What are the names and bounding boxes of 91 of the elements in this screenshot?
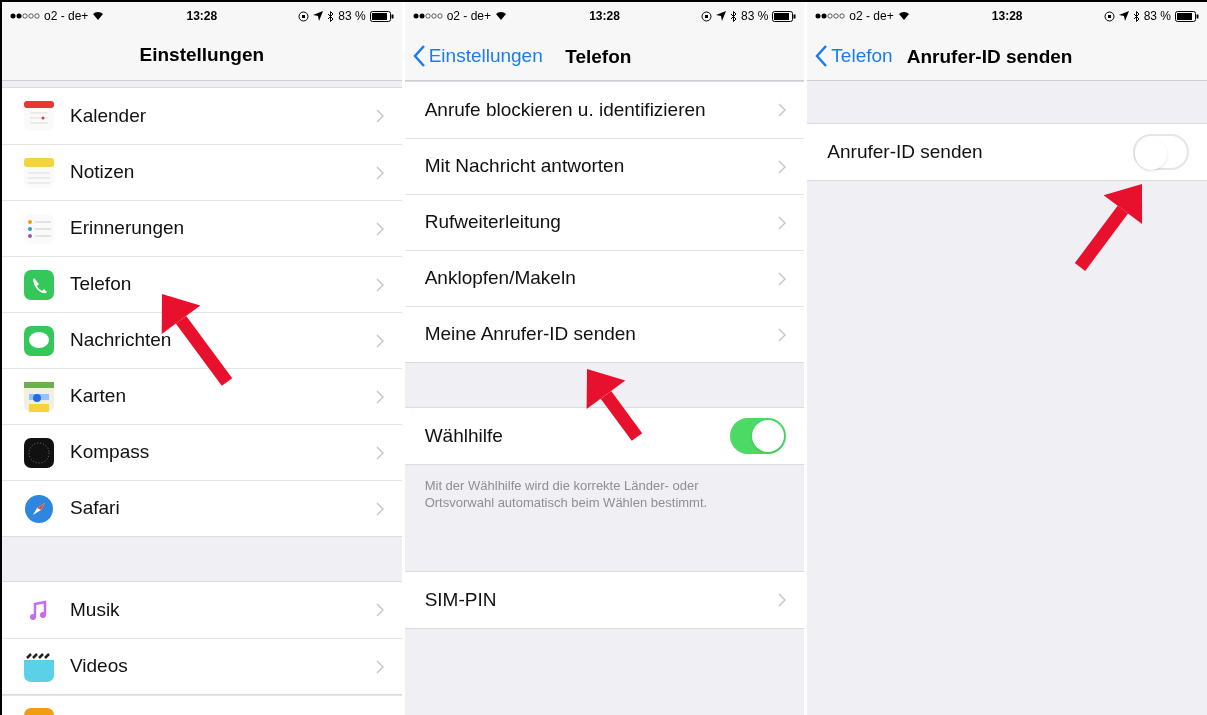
back-button[interactable]: Telefon xyxy=(815,42,893,71)
wifi-icon xyxy=(92,11,105,21)
chevron-right-icon xyxy=(778,103,787,117)
row-label: Meine Anrufer-ID senden xyxy=(424,322,637,347)
row-label: Karten xyxy=(70,384,127,409)
battery-percent: 83 % xyxy=(338,8,366,25)
chevron-right-icon xyxy=(778,159,787,174)
compass-icon xyxy=(24,437,54,468)
clapperboard-icon xyxy=(24,651,54,682)
settings-row[interactable]: Notizen xyxy=(2,144,402,200)
chevron-right-icon xyxy=(375,603,384,617)
chevron-right-icon xyxy=(375,109,384,123)
row-label: Notizen xyxy=(70,160,136,185)
chevron-right-icon xyxy=(375,165,384,180)
location-icon xyxy=(716,11,726,21)
compass-icon xyxy=(24,493,54,524)
row-label: Safari xyxy=(70,496,121,521)
signal-icon xyxy=(815,12,846,20)
settings-row[interactable]: Anrufe blockieren u. identifizieren xyxy=(404,82,805,138)
settings-row[interactable]: Erinnerungen xyxy=(2,200,402,256)
nav-title: Anrufer-ID senden xyxy=(906,45,1073,69)
battery-percent: 83 % xyxy=(741,8,769,25)
settings-row[interactable]: Mit Nachricht antworten xyxy=(404,138,805,194)
settings-row[interactable]: Kompass xyxy=(2,424,402,480)
chevron-right-icon xyxy=(375,501,384,516)
battery-icon xyxy=(1175,10,1199,22)
battery-icon xyxy=(369,10,394,22)
settings-row[interactable]: Wählhilfe xyxy=(404,408,805,464)
carrier-name: o2 - de+ xyxy=(446,8,492,25)
chevron-right-icon xyxy=(778,215,787,230)
chevron-right-icon xyxy=(375,389,384,404)
nav-title: Telefon xyxy=(565,45,632,69)
row-label: SIM-PIN xyxy=(424,587,498,612)
battery-icon xyxy=(772,10,797,22)
back-button[interactable]: Einstellungen xyxy=(412,42,543,71)
toggle-switch[interactable] xyxy=(730,418,787,454)
signal-icon xyxy=(10,12,40,20)
location-icon xyxy=(1118,11,1129,21)
chevron-right-icon xyxy=(375,659,384,674)
row-label: Musik xyxy=(70,597,121,622)
wifi-icon xyxy=(897,11,910,21)
status-time: 13:28 xyxy=(589,8,620,25)
bluetooth-icon xyxy=(1132,10,1140,22)
battery-percent: 83 % xyxy=(1143,8,1171,25)
settings-row[interactable]: Musik xyxy=(2,582,402,638)
row-label: Mit Nachricht antworten xyxy=(424,154,626,179)
chevron-right-icon xyxy=(778,327,787,342)
settings-row[interactable]: Kalender xyxy=(2,88,402,144)
row-label: Anklopfen/Makeln xyxy=(424,266,577,291)
chevron-right-icon xyxy=(375,445,384,460)
speech-bubble-icon xyxy=(24,325,54,356)
row-label: Rufweiterleitung xyxy=(424,210,562,235)
signal-icon xyxy=(412,12,443,20)
footer-note: Mit der Wählhilfe wird die korrekte Länder- oder Ortsvorwahl automatisch beim Wählen bestimmt. xyxy=(423,477,709,511)
back-chevron-icon xyxy=(412,45,425,68)
settings-row[interactable]: Anrufer-ID senden xyxy=(807,124,1207,180)
carrier-name: o2 - de+ xyxy=(44,8,89,25)
row-label: Erinnerungen xyxy=(70,216,186,241)
row-label: Kompass xyxy=(70,440,151,465)
settings-row[interactable]: Safari xyxy=(2,480,402,536)
row-label: Wählhilfe xyxy=(424,423,504,448)
row-label: Anrufe blockieren u. identifizieren xyxy=(424,97,707,122)
row-label: Kalender xyxy=(70,103,148,128)
back-chevron-icon xyxy=(815,45,828,68)
phone-icon xyxy=(24,269,54,300)
settings-row[interactable]: Rufweiterleitung xyxy=(404,194,805,250)
settings-row[interactable]: Anklopfen/Makeln xyxy=(404,250,805,306)
wifi-icon xyxy=(495,11,508,21)
arrow-drawing xyxy=(586,369,643,441)
chevron-right-icon xyxy=(778,593,787,607)
settings-row[interactable]: SIM-PIN xyxy=(404,572,805,628)
row-label: Anrufer-ID senden xyxy=(827,139,984,164)
toggle-switch[interactable] xyxy=(1133,134,1189,170)
row-label: Nachrichten xyxy=(70,328,173,353)
chevron-right-icon xyxy=(375,333,384,348)
bluetooth-icon xyxy=(327,10,335,22)
status-time: 13:28 xyxy=(991,8,1023,25)
carrier-name: o2 - de+ xyxy=(849,8,894,25)
chevron-right-icon xyxy=(375,221,384,236)
status-time: 13:28 xyxy=(186,8,218,25)
location-icon xyxy=(313,11,324,21)
settings-row[interactable]: Meine Anrufer-ID senden xyxy=(404,306,805,362)
settings-row[interactable]: Karten xyxy=(2,368,402,424)
chevron-right-icon xyxy=(375,277,384,292)
chevron-right-icon xyxy=(778,271,787,286)
bluetooth-icon xyxy=(730,10,737,22)
row-label: Telefon xyxy=(70,272,133,297)
row-label: Videos xyxy=(70,654,129,679)
settings-row[interactable]: Videos xyxy=(2,638,402,694)
nav-title: Einstellungen xyxy=(139,42,265,67)
map-icon xyxy=(24,381,54,412)
